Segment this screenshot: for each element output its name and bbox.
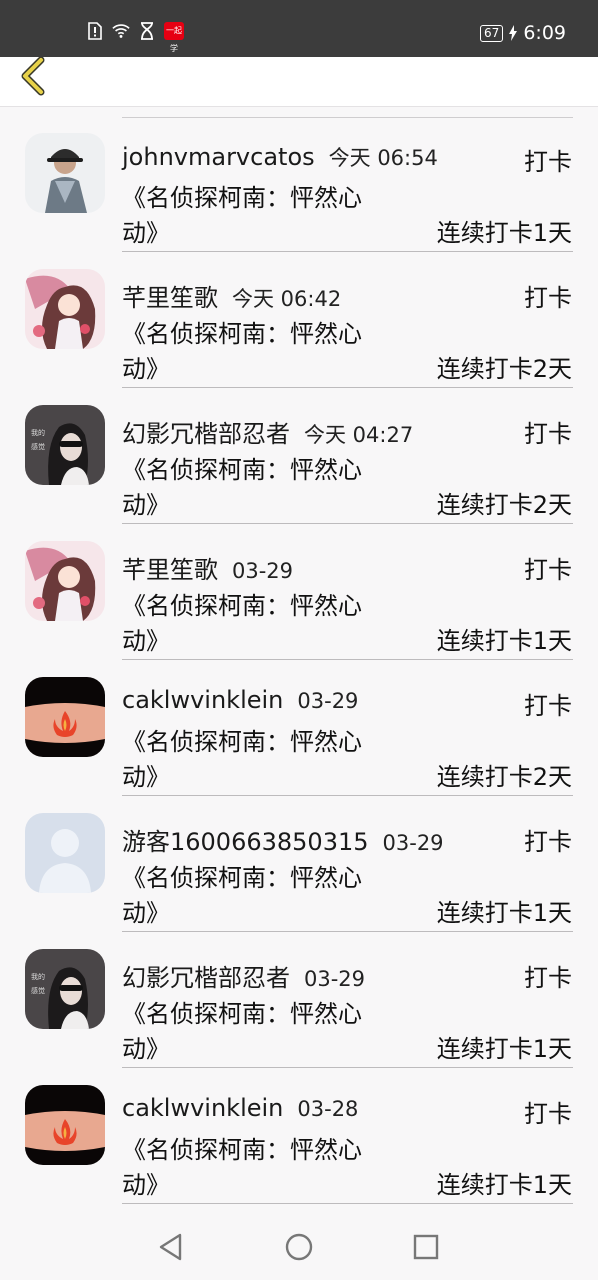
book-title-line1[interactable]: 《名侦探柯南：怦然心: [122, 586, 362, 621]
checkin-action-label: 打卡: [524, 828, 572, 856]
checkin-row[interactable]: 我的感觉 幻影冗楷部忍者 03-29 打卡 《名侦探柯南：怦然心 动》 连续打卡1…: [0, 924, 598, 1068]
streak-count: 连续打卡1天: [436, 1171, 572, 1199]
checkin-time: 今天 04:27: [304, 423, 414, 447]
streak-count: 连续打卡2天: [436, 355, 572, 383]
checkin-time: 03-29: [304, 967, 366, 991]
checkin-time: 今天 06:54: [328, 146, 438, 170]
checkin-time: 03-29: [382, 831, 444, 855]
user-line: 芊里笙歌 今天 06:42: [122, 278, 341, 313]
checkin-row[interactable]: caklwvinklein 03-28 打卡 《名侦探柯南：怦然心 动》 连续打卡…: [0, 1060, 598, 1204]
book-title-line2[interactable]: 动》: [122, 1165, 170, 1200]
svg-text:感觉: 感觉: [31, 442, 45, 451]
status-bar: 一起学 67 6:09: [0, 0, 598, 57]
checkin-time: 03-28: [297, 1097, 359, 1121]
streak-count: 连续打卡2天: [436, 491, 572, 519]
divider: [122, 1203, 573, 1204]
checkin-action-label: 打卡: [524, 964, 572, 992]
streak-count: 连续打卡1天: [436, 627, 572, 655]
user-name[interactable]: 芊里笙歌: [122, 556, 218, 584]
nav-home-button[interactable]: [284, 1232, 314, 1262]
avatar[interactable]: [25, 541, 105, 621]
chevron-left-icon: [21, 57, 45, 96]
book-title-line1[interactable]: 《名侦探柯南：怦然心: [122, 994, 362, 1029]
square-recent-icon: [413, 1234, 439, 1260]
nav-recent-button[interactable]: [411, 1232, 441, 1262]
user-name[interactable]: 幻影冗楷部忍者: [122, 964, 290, 992]
app-notification-icon: 一起学: [164, 22, 184, 53]
checkin-time: 今天 06:42: [232, 287, 342, 311]
checkin-row[interactable]: 我的感觉 幻影冗楷部忍者 今天 04:27 打卡 《名侦探柯南：怦然心 动》 连续…: [0, 380, 598, 524]
nav-back-button[interactable]: [156, 1232, 186, 1262]
hourglass-icon: [141, 22, 153, 40]
checkin-list[interactable]: johnvmarvcatos 今天 06:54 打卡 《名侦探柯南：怦然心 动》 …: [0, 108, 598, 1212]
back-button[interactable]: [14, 57, 54, 97]
user-line: caklwvinklein 03-29: [122, 686, 358, 714]
streak-count: 连续打卡1天: [436, 219, 572, 247]
book-title-line1[interactable]: 《名侦探柯南：怦然心: [122, 450, 362, 485]
checkin-row[interactable]: caklwvinklein 03-29 打卡 《名侦探柯南：怦然心 动》 连续打卡…: [0, 652, 598, 796]
circle-home-icon: [285, 1233, 313, 1261]
clock: 6:09: [523, 22, 566, 44]
user-name[interactable]: 芊里笙歌: [122, 284, 218, 312]
user-name[interactable]: 幻影冗楷部忍者: [122, 420, 290, 448]
user-name[interactable]: caklwvinklein: [122, 1094, 283, 1122]
streak-count: 连续打卡2天: [436, 763, 572, 791]
avatar[interactable]: 我的 感觉: [25, 949, 105, 1029]
book-title-line2[interactable]: 动》: [122, 621, 170, 656]
checkin-row[interactable]: johnvmarvcatos 今天 06:54 打卡 《名侦探柯南：怦然心 动》 …: [0, 108, 598, 252]
book-title-line1[interactable]: 《名侦探柯南：怦然心: [122, 1130, 362, 1165]
checkin-row[interactable]: 游客1600663850315 03-29 打卡 《名侦探柯南：怦然心 动》 连续…: [0, 788, 598, 932]
checkin-action-label: 打卡: [524, 420, 572, 448]
avatar[interactable]: [25, 133, 105, 213]
system-nav-bar: [0, 1212, 598, 1280]
checkin-action-label: 打卡: [524, 556, 572, 584]
book-title-line1[interactable]: 《名侦探柯南：怦然心: [122, 722, 362, 757]
battery-icon: 67: [480, 24, 504, 42]
avatar[interactable]: [25, 677, 105, 757]
svg-text:我的: 我的: [31, 428, 45, 437]
streak-count: 连续打卡1天: [436, 1035, 572, 1063]
user-line: 幻影冗楷部忍者 今天 04:27: [122, 414, 413, 449]
avatar[interactable]: [25, 813, 105, 893]
avatar[interactable]: [25, 1085, 105, 1165]
user-line: 芊里笙歌 03-29: [122, 550, 293, 585]
avatar[interactable]: 我的 感觉: [25, 405, 105, 485]
user-line: caklwvinklein 03-28: [122, 1094, 358, 1122]
checkin-action-label: 打卡: [524, 284, 572, 312]
checkin-action-label: 打卡: [524, 148, 572, 176]
book-title-line2[interactable]: 动》: [122, 349, 170, 384]
avatar[interactable]: [25, 269, 105, 349]
checkin-time: 03-29: [232, 559, 294, 583]
checkin-time: 03-29: [297, 689, 359, 713]
svg-text:感觉: 感觉: [31, 986, 45, 995]
book-title-line1[interactable]: 《名侦探柯南：怦然心: [122, 858, 362, 893]
charging-icon: [509, 25, 518, 41]
status-icons-right: 67 6:09: [480, 22, 566, 44]
status-icons-left: 一起学: [86, 22, 184, 53]
top-bar: [0, 57, 598, 107]
user-name[interactable]: caklwvinklein: [122, 686, 283, 714]
triangle-back-icon: [159, 1233, 182, 1261]
checkin-action-label: 打卡: [524, 692, 572, 720]
book-title-line2[interactable]: 动》: [122, 757, 170, 792]
sim-alert-icon: [88, 22, 102, 40]
wifi-icon: [112, 24, 130, 38]
checkin-action-label: 打卡: [524, 1100, 572, 1128]
svg-text:我的: 我的: [31, 972, 45, 981]
book-title-line2[interactable]: 动》: [122, 893, 170, 928]
user-line: johnvmarvcatos 今天 06:54: [122, 142, 438, 172]
user-name[interactable]: 游客1600663850315: [122, 828, 369, 856]
user-name[interactable]: johnvmarvcatos: [122, 143, 315, 171]
user-line: 游客1600663850315 03-29: [122, 822, 444, 857]
checkin-row[interactable]: 芊里笙歌 03-29 打卡 《名侦探柯南：怦然心 动》 连续打卡1天: [0, 516, 598, 660]
book-title-line1[interactable]: 《名侦探柯南：怦然心: [122, 178, 362, 213]
user-line: 幻影冗楷部忍者 03-29: [122, 958, 365, 993]
book-title-line1[interactable]: 《名侦探柯南：怦然心: [122, 314, 362, 349]
book-title-line2[interactable]: 动》: [122, 1029, 170, 1064]
book-title-line2[interactable]: 动》: [122, 485, 170, 520]
book-title-line2[interactable]: 动》: [122, 213, 170, 248]
checkin-row[interactable]: 芊里笙歌 今天 06:42 打卡 《名侦探柯南：怦然心 动》 连续打卡2天: [0, 244, 598, 388]
streak-count: 连续打卡1天: [436, 899, 572, 927]
